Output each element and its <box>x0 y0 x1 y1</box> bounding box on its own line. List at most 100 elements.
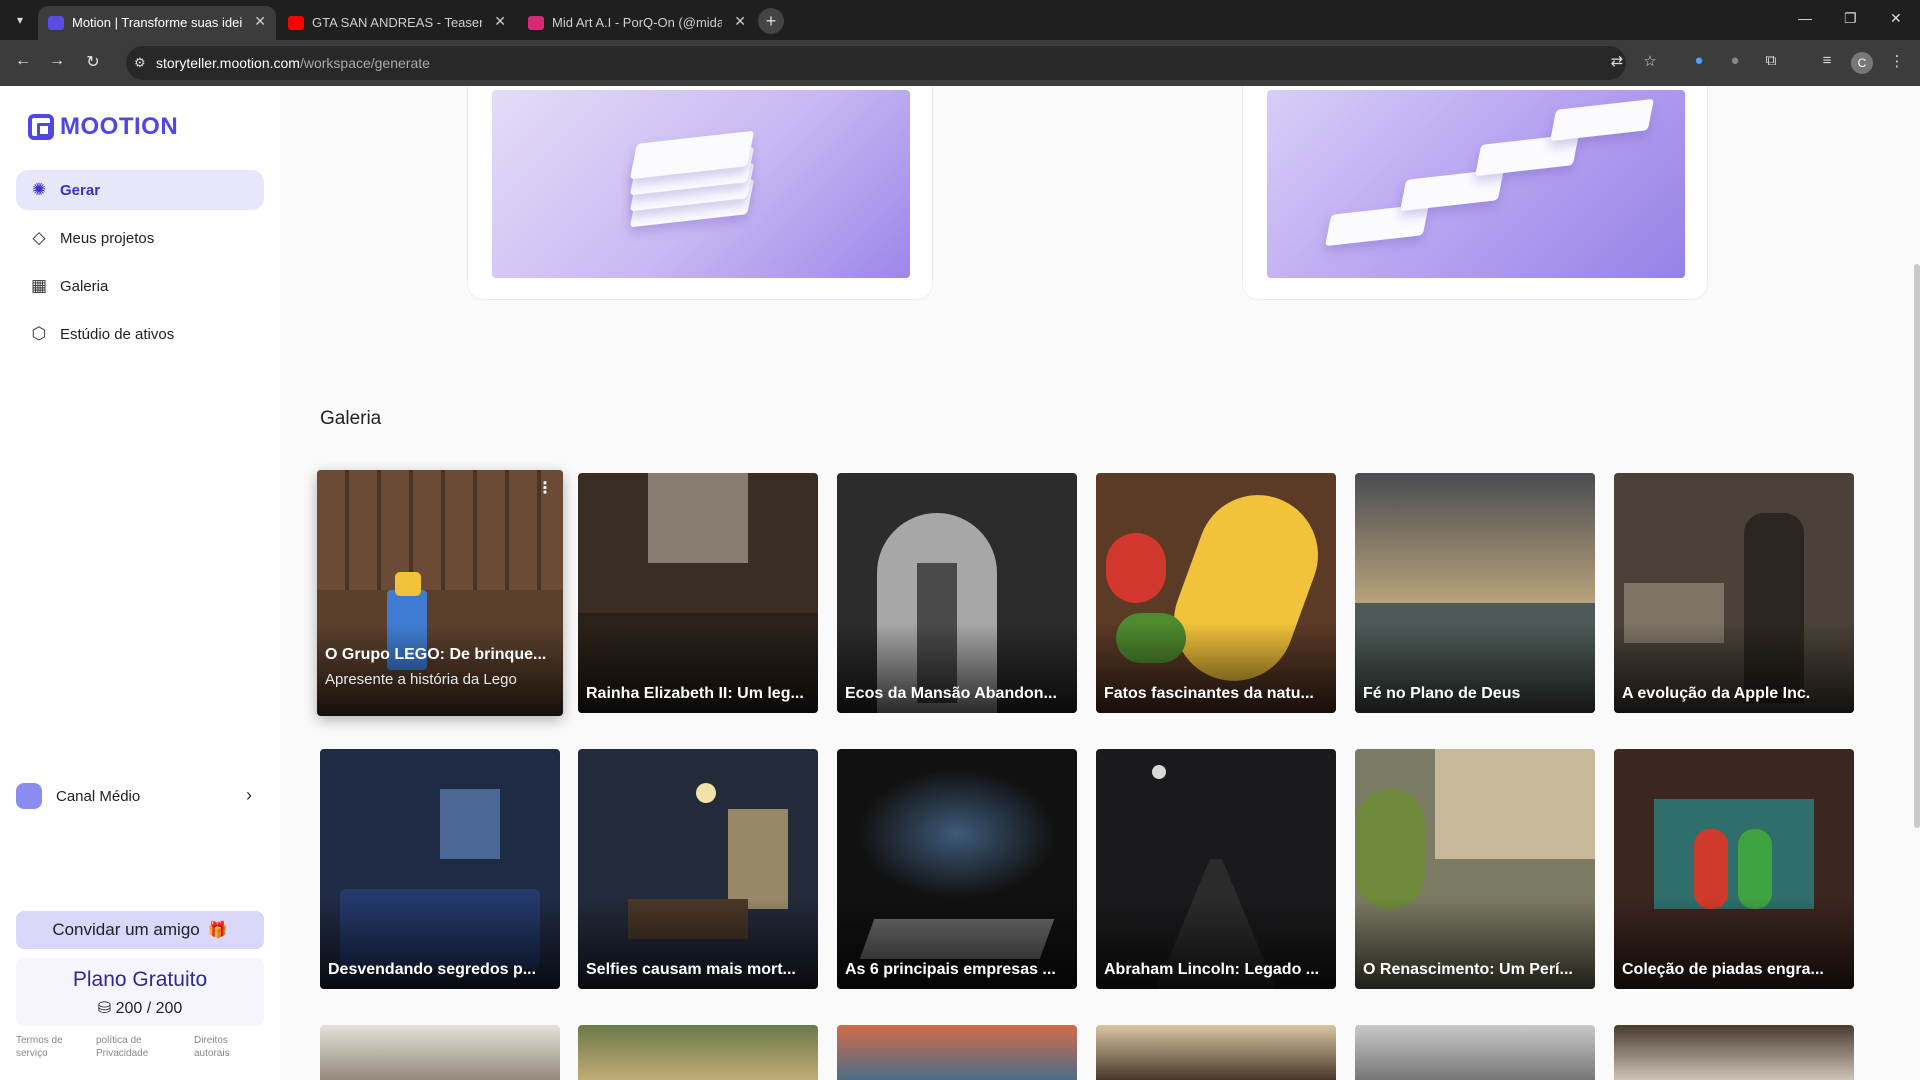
sidebar-item-label: Gerar <box>60 181 101 199</box>
tile-title: A evolução da Apple Inc. <box>1622 685 1811 702</box>
gallery-tile[interactable] <box>837 1025 1077 1080</box>
tab-instagram[interactable]: Mid Art A.I - PorQ-On (@midar ✕ <box>518 6 756 40</box>
tab-label: Mid Art A.I - PorQ-On (@midar <box>552 15 722 30</box>
palette-icon: ✺ <box>31 180 47 199</box>
chevron-right-icon: › <box>246 785 252 805</box>
url-path: /workspace/generate <box>299 55 430 71</box>
brand-logo[interactable]: MOOTION <box>28 112 178 142</box>
box-icon: ⬡ <box>31 324 47 343</box>
extension-icon[interactable]: ● <box>1688 52 1710 69</box>
address-bar[interactable]: ⚙ storyteller.mootion.com/workspace/gene… <box>126 46 1626 80</box>
favicon-icon <box>48 16 64 30</box>
close-tab-icon[interactable]: ✕ <box>254 13 266 30</box>
back-icon[interactable]: ← <box>12 52 34 70</box>
tab-search-icon[interactable]: ▾ <box>10 10 30 30</box>
forward-icon[interactable]: → <box>46 52 68 70</box>
terms-link[interactable]: Termos de serviço <box>16 1034 63 1060</box>
legal-line: Direitos <box>194 1035 228 1046</box>
close-window-icon[interactable]: ✕ <box>1890 10 1902 27</box>
tile-title: Rainha Elizabeth II: Um leg... <box>586 685 804 702</box>
restore-icon[interactable]: ❐ <box>1844 10 1857 27</box>
option-card-single[interactable] <box>467 86 933 300</box>
tile-title: Ecos da Mansão Abandon... <box>845 685 1057 702</box>
gallery-heading: Galeria <box>320 408 382 429</box>
tab-gta[interactable]: GTA SAN ANDREAS - Teaser Tra ✕ <box>278 6 516 40</box>
gallery-tile-empresas[interactable]: As 6 principais empresas ... <box>837 749 1077 989</box>
invite-label: Convidar um amigo <box>52 920 200 939</box>
gallery-tile-piadas[interactable]: Coleção de piadas engra... <box>1614 749 1854 989</box>
gallery-tile[interactable] <box>1096 1025 1336 1080</box>
sidebar-item-galeria[interactable]: ▦ Galeria <box>16 266 264 306</box>
site-info-icon[interactable]: ⚙ <box>134 55 146 71</box>
url-host: storyteller.mootion.com <box>156 55 300 71</box>
plan-name: Plano Gratuito <box>72 968 208 991</box>
gallery-tile-lego[interactable]: ⋮ O Grupo LEGO: De brinque... Apresente … <box>317 470 563 716</box>
legal-line: serviço <box>16 1048 48 1059</box>
url-text: storyteller.mootion.com/workspace/genera… <box>156 55 430 71</box>
channel-avatar <box>16 783 42 809</box>
tab-motion[interactable]: Motion | Transforme suas ideias ✕ <box>38 6 276 40</box>
steps-illustration <box>1267 90 1685 278</box>
invite-friend-button[interactable]: Convidar um amigo 🎁 <box>16 911 264 949</box>
gift-icon: 🎁 <box>207 922 228 939</box>
gallery-tile[interactable] <box>1355 1025 1595 1080</box>
coin-icon: ⛁ <box>97 1000 116 1017</box>
profile-avatar[interactable]: C <box>1851 52 1873 74</box>
sidebar-item-label: Galeria <box>60 277 109 295</box>
gallery-tile-selfies[interactable]: Selfies causam mais mort... <box>578 749 818 989</box>
gallery-tile-fe[interactable]: Fé no Plano de Deus <box>1355 473 1595 713</box>
gallery-tile-renascimento[interactable]: O Renascimento: Um Perí... <box>1355 749 1595 989</box>
more-options-icon[interactable]: ⋮ <box>537 478 553 498</box>
gallery-tile[interactable] <box>578 1025 818 1080</box>
gallery-tile[interactable] <box>1614 1025 1854 1080</box>
tile-title: Desvendando segredos p... <box>328 961 537 978</box>
main-content: Galeria ⋮ O Grupo LEGO: De brinque... Ap… <box>280 86 1920 1080</box>
stack-illustration <box>492 90 910 278</box>
plan-card: Plano Gratuito ⛁ 200 / 200 <box>16 958 264 1026</box>
close-tab-icon[interactable]: ✕ <box>734 13 746 30</box>
logo-icon <box>28 114 54 140</box>
gallery-tile-mansao[interactable]: Ecos da Mansão Abandon... <box>837 473 1077 713</box>
tile-title: Selfies causam mais mort... <box>586 961 796 978</box>
credits-value: 200 / 200 <box>115 1000 183 1017</box>
sidebar-item-label: Meus projetos <box>60 229 155 247</box>
copyright-link[interactable]: Direitos autorais <box>194 1034 230 1060</box>
channel-selector[interactable]: Canal Médio › <box>16 776 264 816</box>
puzzle-icon[interactable]: ⧉ <box>1760 52 1782 69</box>
privacy-link[interactable]: política de Privacidade <box>96 1034 148 1060</box>
scrollbar[interactable] <box>1914 264 1920 828</box>
legal-line: política de <box>96 1035 142 1046</box>
bookmark-star-icon[interactable]: ☆ <box>1639 52 1661 70</box>
diamond-icon: ◇ <box>32 228 46 247</box>
extension-icon[interactable]: ● <box>1724 52 1746 69</box>
brand-name: MOOTION <box>60 113 179 140</box>
media-icon[interactable]: ≡ <box>1816 52 1838 69</box>
sidebar-item-gerar[interactable]: ✺ Gerar <box>16 170 264 210</box>
gallery-tile-elizabeth[interactable]: Rainha Elizabeth II: Um leg... <box>578 473 818 713</box>
legal-line: autorais <box>194 1048 230 1059</box>
channel-name: Canal Médio <box>56 787 141 805</box>
minimize-icon[interactable]: — <box>1798 10 1812 26</box>
kebab-menu-icon[interactable]: ⋮ <box>1886 52 1908 70</box>
gallery-tile-fatos[interactable]: Fatos fascinantes da natu... <box>1096 473 1336 713</box>
tile-title: Fé no Plano de Deus <box>1363 685 1521 702</box>
sidebar-item-meus-projetos[interactable]: ◇ Meus projetos <box>16 218 264 258</box>
reload-icon[interactable]: ↻ <box>82 52 104 72</box>
sidebar-item-estudio[interactable]: ⬡ Estúdio de ativos <box>16 314 264 354</box>
close-tab-icon[interactable]: ✕ <box>494 13 506 30</box>
legal-line: Privacidade <box>96 1048 149 1059</box>
gallery-tile[interactable] <box>320 1025 560 1080</box>
gallery-tile-lincoln[interactable]: Abraham Lincoln: Legado ... <box>1096 749 1336 989</box>
tile-title: Fatos fascinantes da natu... <box>1104 685 1314 702</box>
tile-title: O Renascimento: Um Perí... <box>1363 961 1573 978</box>
option-card-steps[interactable] <box>1242 86 1708 300</box>
new-tab-button[interactable]: + <box>758 8 784 34</box>
gallery-tile-desvendando[interactable]: Desvendando segredos p... <box>320 749 560 989</box>
legal-line: Termos de <box>16 1035 63 1046</box>
grid-icon: ▦ <box>30 276 48 295</box>
gallery-tile-apple[interactable]: A evolução da Apple Inc. <box>1614 473 1854 713</box>
browser-tab-strip: ▾ Motion | Transforme suas ideias ✕ GTA … <box>0 0 1920 40</box>
translate-icon[interactable]: ⇄ <box>1606 52 1628 70</box>
instagram-icon <box>528 16 544 30</box>
tile-title: O Grupo LEGO: De brinque... <box>325 646 547 663</box>
